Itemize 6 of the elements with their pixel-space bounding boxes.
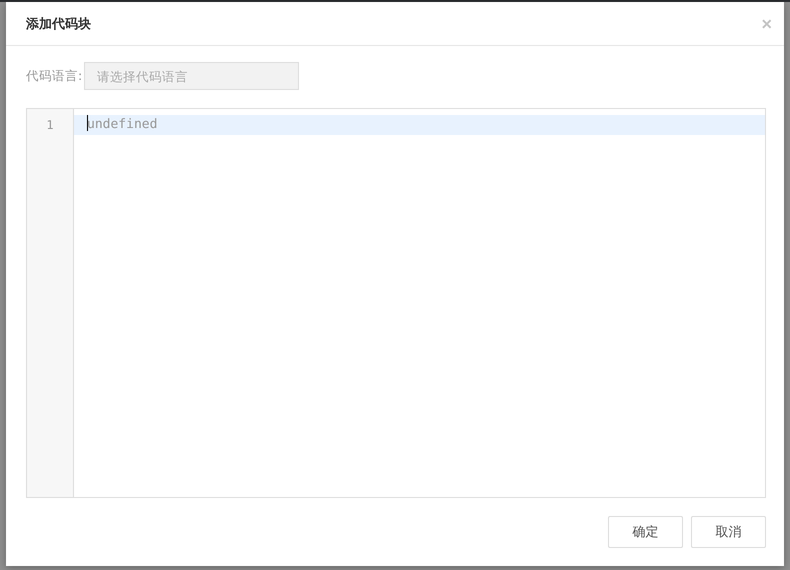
cancel-button[interactable]: 取消 xyxy=(691,516,766,548)
dialog-title: 添加代码块 xyxy=(26,16,91,32)
line-number: 1 xyxy=(45,117,55,134)
confirm-button[interactable]: 确定 xyxy=(608,516,683,548)
language-select-field[interactable]: 请选择代码语言 xyxy=(84,62,300,90)
language-label: 代码语言: xyxy=(26,68,82,84)
